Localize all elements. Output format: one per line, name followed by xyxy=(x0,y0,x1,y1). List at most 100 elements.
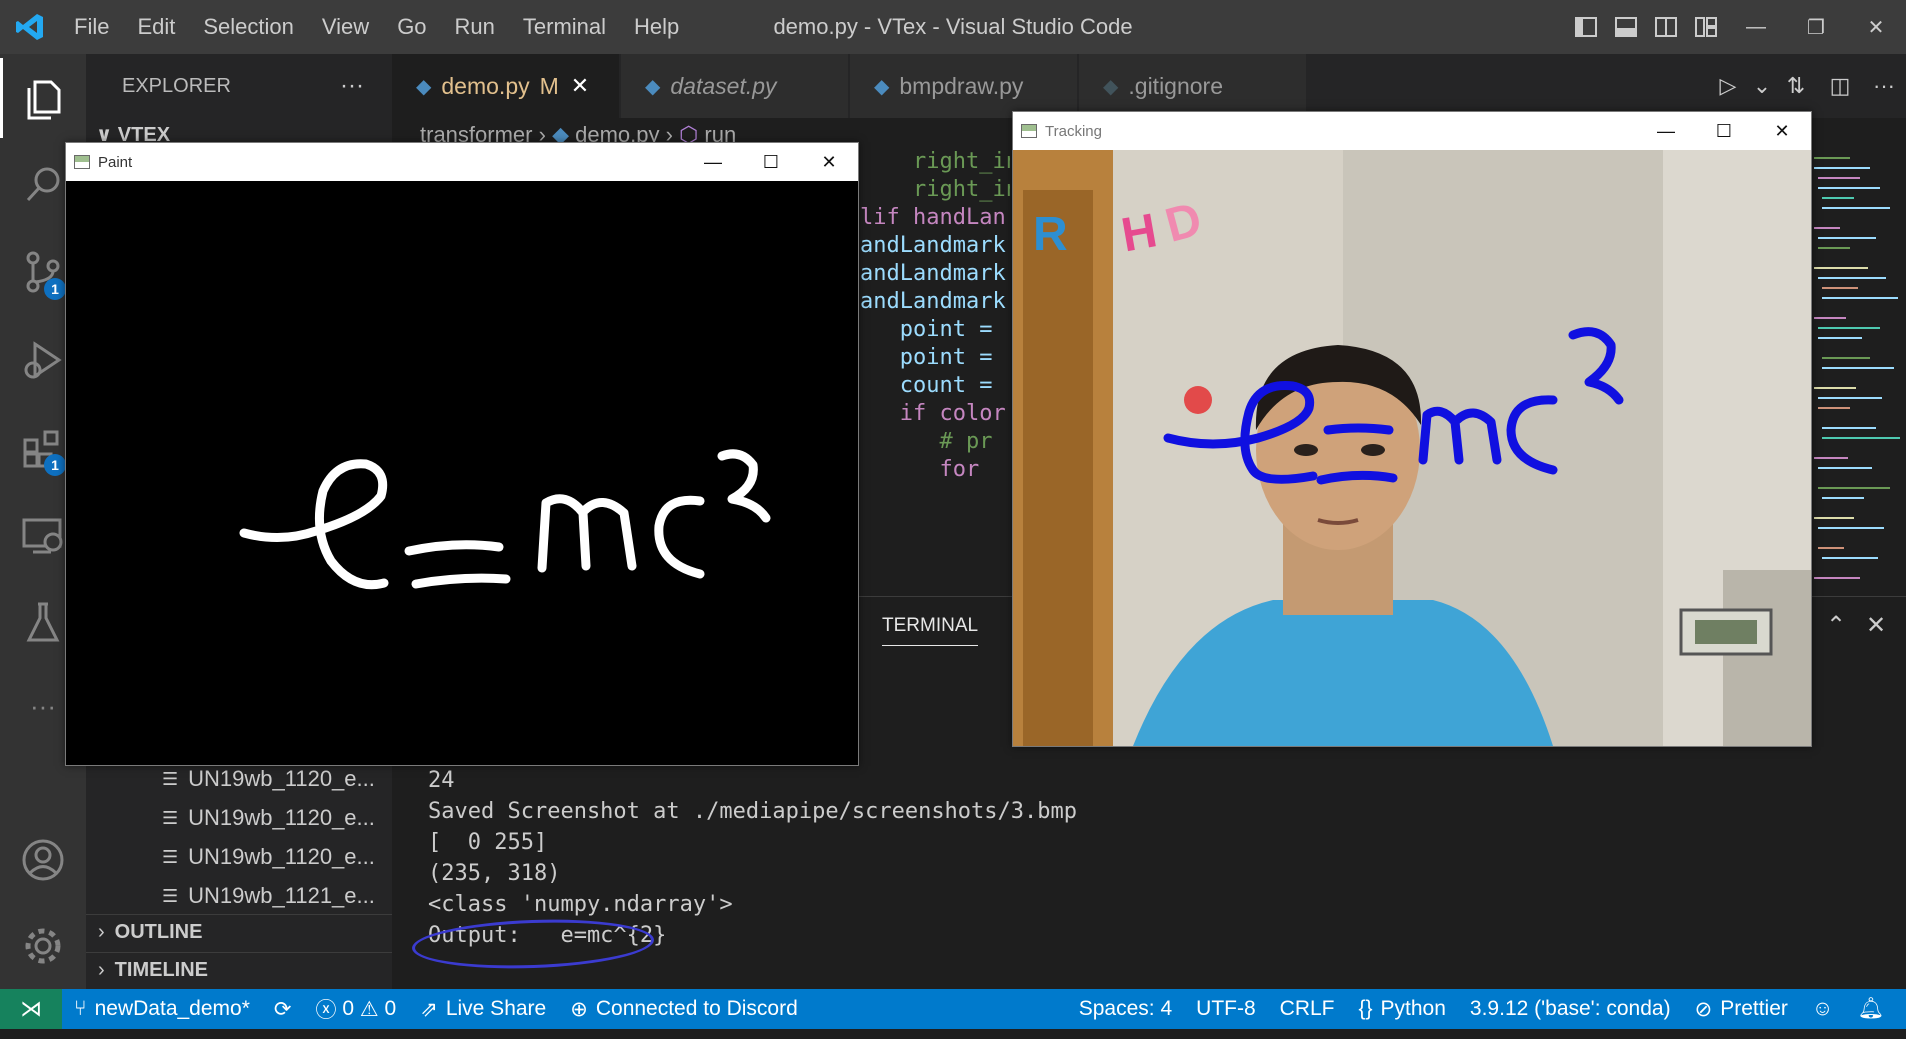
language-mode[interactable]: {} Python xyxy=(1347,997,1458,1021)
window-close-icon[interactable]: ✕ xyxy=(1846,0,1906,54)
notifications-bell-icon[interactable]: 🔔︎ xyxy=(1845,997,1896,1021)
accounts-icon[interactable] xyxy=(0,820,86,900)
tab-bmpdraw-py[interactable]: ◆ bmpdraw.py xyxy=(850,54,1078,118)
file-item[interactable]: ☰ UN19wb_1120_e... xyxy=(162,838,375,876)
tracking-window[interactable]: Tracking — ☐ ✕ R H D xyxy=(1012,111,1812,747)
menu-edit[interactable]: Edit xyxy=(123,0,189,54)
outline-label: OUTLINE xyxy=(114,921,203,943)
problems-indicator[interactable]: ⓧ 0 ⚠ 0 xyxy=(303,994,408,1024)
toggle-panel-icon[interactable] xyxy=(1606,0,1646,54)
branch-label: newData_demo* xyxy=(94,997,250,1020)
globe-icon: ⊕ xyxy=(570,997,588,1021)
code-line: if color xyxy=(860,401,1006,426)
discord-label: Connected to Discord xyxy=(595,997,798,1020)
explorer-icon[interactable] xyxy=(0,58,86,138)
close-icon[interactable]: ✕ xyxy=(1753,112,1811,150)
menu-view[interactable]: View xyxy=(308,0,383,54)
window-restore-icon[interactable]: ❐ xyxy=(1786,0,1846,54)
close-icon[interactable]: ✕ xyxy=(800,143,858,181)
remote-indicator-icon[interactable]: ⋊ xyxy=(0,989,62,1029)
extensions-badge: 1 xyxy=(44,454,66,476)
run-python-file-icon[interactable]: ▷ xyxy=(1706,73,1750,99)
menu-go[interactable]: Go xyxy=(383,0,440,54)
indentation-indicator[interactable]: Spaces: 4 xyxy=(1067,997,1184,1021)
chevron-right-icon: › xyxy=(98,921,105,943)
minimize-icon[interactable]: — xyxy=(1637,112,1695,150)
live-share-button[interactable]: ⇗ Live Share xyxy=(408,997,558,1022)
menu-terminal[interactable]: Terminal xyxy=(509,0,620,54)
eol-indicator[interactable]: CRLF xyxy=(1268,997,1347,1021)
toggle-sidebar-icon[interactable] xyxy=(1566,0,1606,54)
editor-tabs: ◆ demo.py M ✕ ◆ dataset.py ◆ bmpdraw.py … xyxy=(392,54,1906,118)
branch-indicator[interactable]: ⑂ newData_demo* xyxy=(62,997,262,1021)
svg-text:R: R xyxy=(1033,208,1068,261)
terminal-line: Saved Screenshot at ./mediapipe/screensh… xyxy=(428,799,1078,824)
python-file-icon: ◆ xyxy=(416,75,432,98)
tab-label: dataset.py xyxy=(670,72,777,99)
more-actions-icon[interactable]: ··· xyxy=(1862,73,1906,99)
prettier-status[interactable]: ⊘ Prettier xyxy=(1683,997,1800,1022)
outline-section[interactable]: › OUTLINE xyxy=(86,914,392,950)
python-file-icon: ◆ xyxy=(874,75,890,98)
file-item-label: UN19wb_1121_e... xyxy=(188,883,375,908)
tab-label: .gitignore xyxy=(1128,72,1224,99)
split-editor-icon[interactable]: ◫ xyxy=(1818,73,1862,99)
tab-gitignore[interactable]: ◆ .gitignore xyxy=(1079,54,1307,118)
vscode-logo-icon xyxy=(0,0,60,54)
menu-selection[interactable]: Selection xyxy=(189,0,308,54)
warning-icon: ⚠ xyxy=(359,997,379,1021)
code-line: andLandmark xyxy=(860,261,1006,286)
webcam-feed[interactable]: R H D xyxy=(1013,150,1811,746)
tab-demo-py[interactable]: ◆ demo.py M ✕ xyxy=(392,54,620,118)
sync-icon[interactable]: ⟳ xyxy=(262,997,304,1022)
code-line: count = xyxy=(860,373,1006,398)
open-changes-icon[interactable]: ⇅ xyxy=(1774,73,1818,99)
maximize-panel-chevron-up-icon[interactable]: ⌃ xyxy=(1816,611,1856,640)
file-item-label: UN19wb_1120_e... xyxy=(188,805,375,830)
code-line: andLandmark xyxy=(860,233,1006,258)
file-lines-icon: ☰ xyxy=(162,768,179,789)
explorer-more-actions-icon[interactable]: ··· xyxy=(340,72,364,100)
language-label: Python xyxy=(1380,997,1446,1020)
code-line: right_inde xyxy=(912,149,1010,174)
chevron-right-icon: › xyxy=(98,959,105,981)
feedback-icon[interactable]: ☺ xyxy=(1800,997,1845,1021)
code-editor[interactable]: right_inde right_inde lif handLan andLan… xyxy=(860,148,1010,593)
handwritten-equation-drawing xyxy=(239,449,771,590)
file-item[interactable]: ☰ UN19wb_1120_e... xyxy=(162,799,375,837)
paint-titlebar[interactable]: Paint — ☐ ✕ xyxy=(66,143,858,181)
file-lines-icon: ☰ xyxy=(162,807,179,828)
maximize-icon[interactable]: ☐ xyxy=(742,143,800,181)
timeline-section[interactable]: › TIMELINE xyxy=(86,952,392,988)
tracking-titlebar[interactable]: Tracking — ☐ ✕ xyxy=(1013,112,1811,150)
webcam-frame: R H D xyxy=(1013,150,1811,746)
tab-terminal[interactable]: TERMINAL xyxy=(882,615,979,646)
git-branch-icon: ⑂ xyxy=(74,997,87,1020)
customize-layout-icon[interactable] xyxy=(1686,0,1726,54)
live-share-icon: ⇗ xyxy=(420,997,438,1021)
paint-canvas[interactable] xyxy=(66,181,858,765)
tab-dataset-py[interactable]: ◆ dataset.py xyxy=(621,54,849,118)
minimap[interactable] xyxy=(1810,148,1906,588)
window-minimize-icon[interactable]: — xyxy=(1726,0,1786,54)
encoding-indicator[interactable]: UTF-8 xyxy=(1184,997,1268,1021)
menu-run[interactable]: Run xyxy=(441,0,509,54)
python-interpreter[interactable]: 3.9.12 ('base': conda) xyxy=(1458,997,1683,1021)
minimize-icon[interactable]: — xyxy=(684,143,742,181)
braces-icon: {} xyxy=(1358,997,1373,1020)
menu-file[interactable]: File xyxy=(60,0,123,54)
menu-help[interactable]: Help xyxy=(620,0,693,54)
run-dropdown-chevron-icon[interactable]: ⌄ xyxy=(1750,73,1774,99)
window-app-icon xyxy=(74,155,90,169)
prettier-check-icon: ⊘ xyxy=(1694,997,1713,1021)
live-share-label: Live Share xyxy=(445,997,547,1020)
close-icon[interactable]: ✕ xyxy=(571,73,589,99)
maximize-icon[interactable]: ☐ xyxy=(1695,112,1753,150)
file-item[interactable]: ☰ UN19wb_1121_e... xyxy=(162,877,375,915)
settings-gear-icon[interactable] xyxy=(0,906,86,986)
toggle-secondary-sidebar-icon[interactable] xyxy=(1646,0,1686,54)
discord-status[interactable]: ⊕ Connected to Discord xyxy=(558,997,810,1022)
paint-window[interactable]: Paint — ☐ ✕ xyxy=(65,142,859,766)
source-control-badge: 1 xyxy=(44,278,66,300)
close-panel-icon[interactable]: ✕ xyxy=(1856,611,1896,640)
